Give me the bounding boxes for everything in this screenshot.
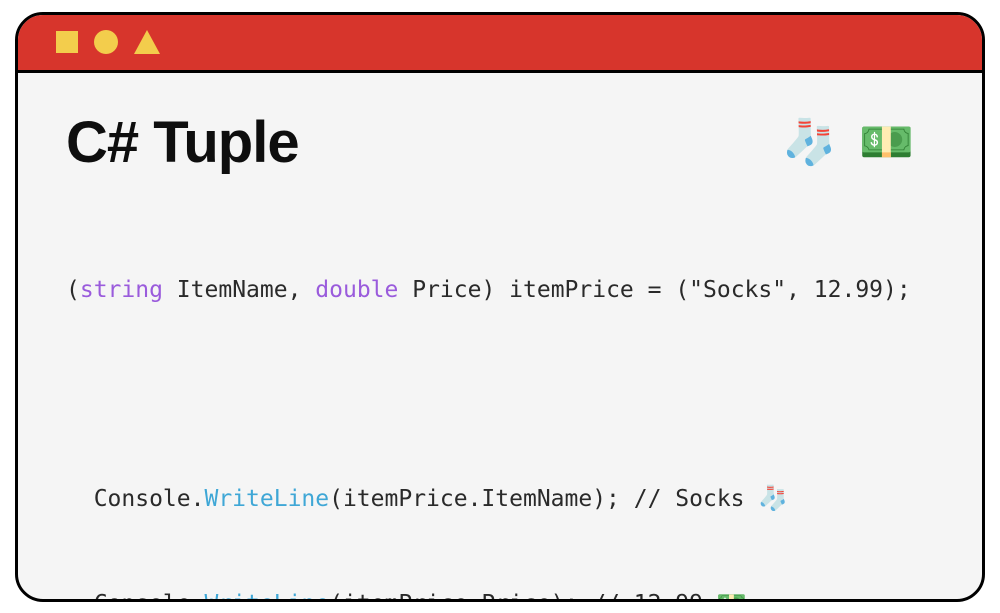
triangle-icon: [134, 30, 160, 54]
content-area: C# Tuple 🧦 💵 (string ItemName, double Pr…: [18, 73, 982, 602]
titlebar: [18, 15, 982, 73]
title-row: C# Tuple 🧦 💵: [66, 109, 934, 176]
money-icon: 💵: [859, 116, 914, 168]
code-line-3: Console.WriteLine(itemPrice.Price); // 1…: [66, 585, 934, 602]
page-title: C# Tuple: [66, 109, 299, 176]
code-block: (string ItemName, double Price) itemPric…: [66, 204, 934, 602]
code-line-1: (string ItemName, double Price) itemPric…: [66, 273, 934, 308]
circle-icon: [94, 30, 118, 54]
code-line-2: Console.WriteLine(itemPrice.ItemName); /…: [66, 480, 934, 517]
code-blank-1: [66, 376, 934, 411]
socks-icon: 🧦: [758, 484, 788, 512]
socks-icon: 🧦: [782, 116, 837, 168]
money-icon: 💵: [717, 589, 747, 602]
title-emoji-group: 🧦 💵: [782, 116, 914, 168]
code-window: C# Tuple 🧦 💵 (string ItemName, double Pr…: [15, 12, 985, 602]
square-icon: [56, 31, 78, 53]
